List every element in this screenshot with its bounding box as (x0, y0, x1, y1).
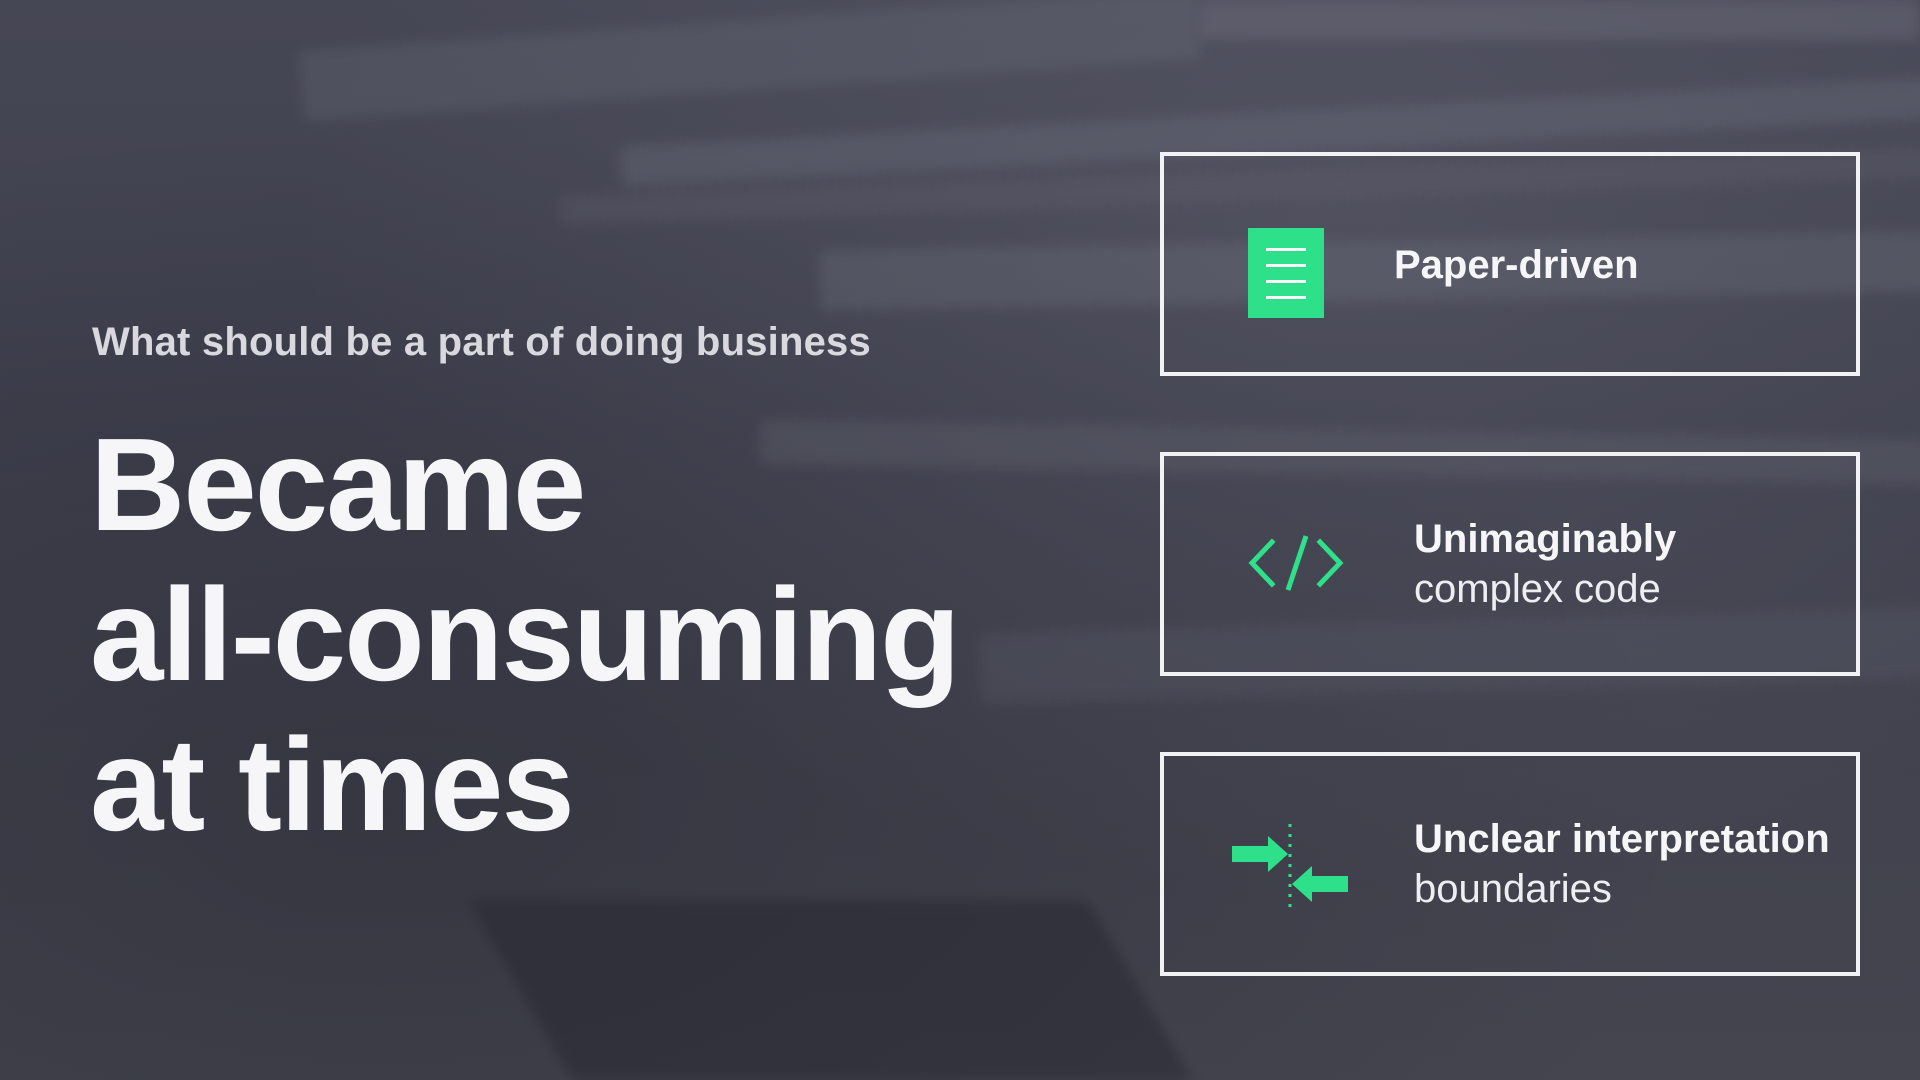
headline-highlight: all-consuming (90, 560, 961, 710)
headline-highlight-text: all-consuming (90, 561, 961, 708)
slide-headline: Became all-consuming at times (90, 410, 961, 860)
card-title: Paper-driven (1394, 243, 1639, 287)
card-title: Unimaginably (1414, 517, 1677, 561)
card-text: Paper-driven (1394, 240, 1639, 290)
headline-line-2: all-consuming (90, 560, 961, 710)
card-interpretation-boundaries: Unclear interpretation boundaries (1160, 752, 1860, 976)
converging-arrows-icon (1232, 824, 1348, 912)
card-detail: complex code (1414, 567, 1661, 611)
card-text: Unimaginably complex code (1414, 514, 1676, 614)
headline-line-1: Became (90, 411, 586, 558)
background-paper (298, 0, 1202, 122)
card-title: Unclear interpretation (1414, 817, 1830, 861)
card-text: Unclear interpretation boundaries (1414, 814, 1830, 914)
card-paper-driven: Paper-driven (1160, 152, 1860, 376)
slide-subtitle: What should be a part of doing business (92, 320, 871, 364)
code-brackets-icon (1248, 535, 1344, 591)
document-icon (1248, 228, 1324, 318)
card-detail: boundaries (1414, 867, 1612, 911)
background-paper (468, 900, 1192, 1080)
headline-line-3: at times (90, 711, 575, 858)
background-paper (1200, 0, 1920, 40)
card-complex-code: Unimaginably complex code (1160, 452, 1860, 676)
